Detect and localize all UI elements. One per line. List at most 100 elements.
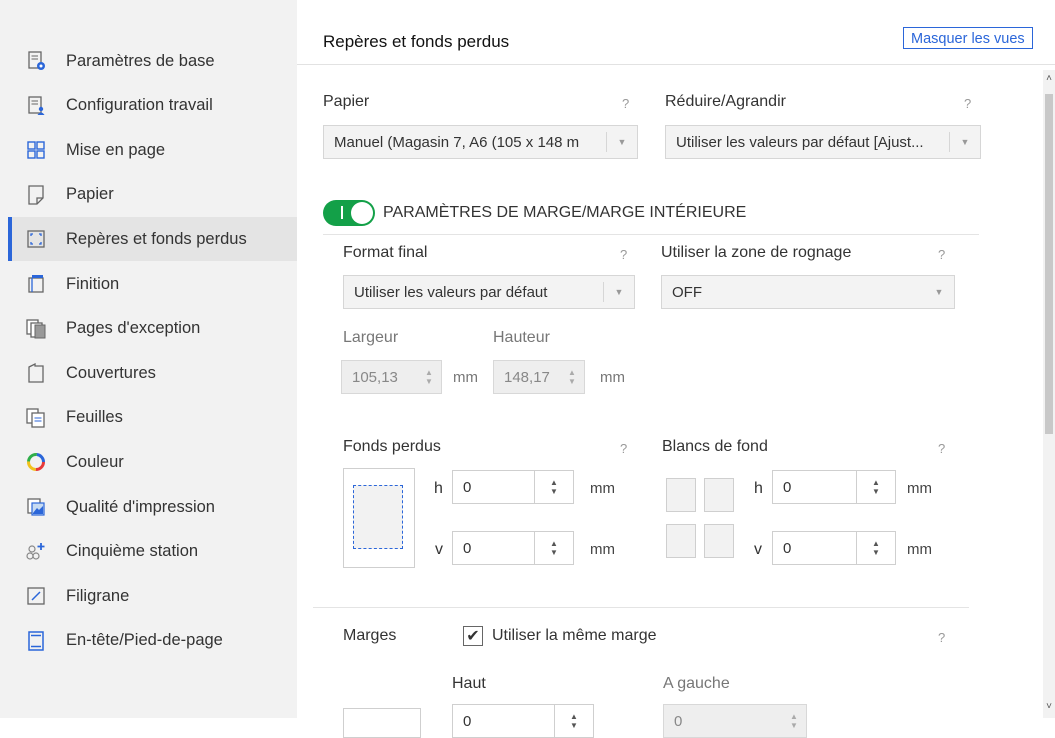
final-format-select[interactable]: Utiliser les valeurs par défaut ▼ — [343, 275, 635, 309]
gutter-h-value: 0 — [783, 479, 792, 496]
job-setup-icon — [26, 95, 46, 116]
gutter-preview-icon — [662, 468, 740, 568]
color-wheel-icon — [26, 452, 46, 472]
bleed-help-icon[interactable]: ? — [620, 441, 627, 456]
gutter-v-unit: mm — [907, 541, 932, 558]
sidebar-item[interactable]: Couleur — [8, 440, 297, 484]
sidebar-item[interactable]: Cinquième station — [8, 530, 297, 574]
stepper-arrows-icon[interactable]: ▲ ▼ — [856, 471, 895, 503]
sidebar-item[interactable]: Papier — [8, 173, 297, 217]
height-label: Hauteur — [493, 329, 550, 346]
basic-settings-icon — [26, 51, 46, 71]
gutter-v-input[interactable]: 0 ▲ ▼ — [772, 531, 896, 565]
bleed-h-label: h — [434, 480, 443, 497]
trim-zone-select-value: OFF — [672, 284, 702, 301]
height-unit: mm — [600, 369, 625, 386]
chevron-down-icon: ▼ — [934, 287, 944, 297]
sidebar-item-label: Filigrane — [66, 586, 130, 605]
main-panel: Repères et fonds perdus Masquer les vues… — [297, 0, 1055, 738]
layout-grid-icon — [26, 140, 46, 160]
sidebar-item[interactable]: Filigrane — [8, 574, 297, 618]
gutter-help-icon[interactable]: ? — [938, 441, 945, 456]
reduce-enlarge-select[interactable]: Utiliser les valeurs par défaut [Ajust..… — [665, 125, 981, 159]
margin-left-input[interactable]: 0 ▲ ▼ — [663, 704, 807, 738]
stepper-arrows-icon[interactable]: ▲ ▼ — [534, 532, 573, 564]
finishing-icon — [26, 274, 46, 294]
bleed-h-input[interactable]: 0 ▲ ▼ — [452, 470, 574, 504]
sidebar-item-label: Finition — [66, 274, 120, 293]
sidebar-item-label: Repères et fonds perdus — [66, 229, 247, 248]
scroll-down-icon[interactable]: ˅ — [1044, 702, 1054, 712]
watermark-icon — [26, 586, 46, 606]
same-margin-checkbox[interactable]: ✔ — [463, 626, 483, 646]
scrollbar-thumb[interactable] — [1045, 94, 1053, 434]
reduce-enlarge-label: Réduire/Agrandir — [665, 93, 786, 110]
paper-icon — [26, 185, 46, 205]
sidebar-item-label: Mise en page — [66, 140, 166, 159]
paper-select-value: Manuel (Magasin 7, A6 (105 x 148 m — [334, 134, 580, 151]
final-format-select-value: Utiliser les valeurs par défaut — [354, 284, 548, 301]
sidebar-item[interactable]: Couvertures — [8, 351, 297, 395]
stepper-arrows-icon[interactable]: ▲ ▼ — [856, 532, 895, 564]
width-label: Largeur — [343, 329, 399, 346]
paper-help-icon[interactable]: ? — [622, 96, 629, 111]
bleed-h-value: 0 — [463, 479, 472, 496]
sidebar-item-label: Pages d'exception — [66, 319, 201, 338]
sidebar-item-label: Qualité d'impression — [66, 497, 215, 516]
sidebar-item[interactable]: Feuilles — [8, 396, 297, 440]
sidebar-item-label: Cinquième station — [66, 542, 199, 561]
bleed-preview-icon — [343, 468, 415, 568]
page-title: Repères et fonds perdus — [323, 32, 510, 51]
sidebar-item-label: Configuration travail — [66, 96, 213, 115]
covers-icon — [26, 363, 46, 383]
stepper-arrows-icon: ▲ ▼ — [425, 368, 433, 386]
paper-select[interactable]: Manuel (Magasin 7, A6 (105 x 148 m ▼ — [323, 125, 638, 159]
chevron-down-icon: ▼ — [606, 132, 637, 152]
stepper-arrows-icon[interactable]: ▲ ▼ — [534, 471, 573, 503]
bleed-v-label: v — [435, 541, 443, 558]
sidebar-item[interactable]: En-tête/Pied-de-page — [8, 619, 297, 663]
margins-help-icon[interactable]: ? — [938, 630, 945, 645]
section-divider — [323, 234, 979, 235]
margin-top-input[interactable]: 0 ▲ ▼ — [452, 704, 594, 738]
gutter-label: Blancs de fond — [662, 438, 768, 455]
trim-zone-help-icon[interactable]: ? — [938, 247, 945, 262]
sidebar: Paramètres de base Configuration travail M… — [0, 0, 297, 718]
hide-views-button[interactable]: Masquer les vues — [903, 27, 1033, 49]
margins-preview-icon — [343, 708, 421, 738]
margin-left-value: 0 — [674, 713, 683, 730]
bleed-h-unit: mm — [590, 480, 615, 497]
stepper-arrows-icon: ▲ ▼ — [568, 368, 576, 386]
trim-zone-select[interactable]: OFF ▼ — [661, 275, 955, 309]
sidebar-item[interactable]: Qualité d'impression — [8, 485, 297, 529]
margin-top-label: Haut — [452, 675, 486, 692]
gutter-h-unit: mm — [907, 480, 932, 497]
vertical-scrollbar[interactable]: ˄ ˅ — [1043, 70, 1055, 718]
final-format-help-icon[interactable]: ? — [620, 247, 627, 262]
sidebar-item[interactable]: Repères et fonds perdus — [8, 217, 297, 262]
reduce-help-icon[interactable]: ? — [964, 96, 971, 111]
sidebar-item-label: Feuilles — [66, 408, 123, 427]
toggle-on-mark — [341, 206, 343, 219]
bleed-v-input[interactable]: 0 ▲ ▼ — [452, 531, 574, 565]
scroll-up-icon[interactable]: ˄ — [1044, 74, 1054, 84]
sidebar-item-label: En-tête/Pied-de-page — [66, 631, 223, 650]
margin-left-label: A gauche — [663, 675, 730, 692]
sidebar-item[interactable]: Configuration travail — [8, 84, 297, 128]
margins-toggle[interactable] — [323, 200, 375, 226]
width-input[interactable]: 105,13 ▲ ▼ — [341, 360, 442, 394]
margin-top-value: 0 — [463, 713, 472, 730]
margins-label: Marges — [343, 627, 397, 644]
width-value: 105,13 — [352, 369, 398, 386]
sidebar-item[interactable]: Paramètres de base — [8, 39, 297, 83]
sidebar-item[interactable]: Mise en page — [8, 128, 297, 172]
sidebar-item[interactable]: Finition — [8, 262, 297, 306]
height-value: 148,17 — [504, 369, 550, 386]
paper-label: Papier — [323, 93, 370, 110]
gutter-h-input[interactable]: 0 ▲ ▼ — [772, 470, 896, 504]
stepper-arrows-icon[interactable]: ▲ ▼ — [554, 705, 593, 737]
gutter-h-label: h — [754, 480, 763, 497]
trim-zone-label: Utiliser la zone de rognage — [661, 244, 852, 261]
sidebar-item[interactable]: Pages d'exception — [8, 307, 297, 351]
height-input[interactable]: 148,17 ▲ ▼ — [493, 360, 585, 394]
